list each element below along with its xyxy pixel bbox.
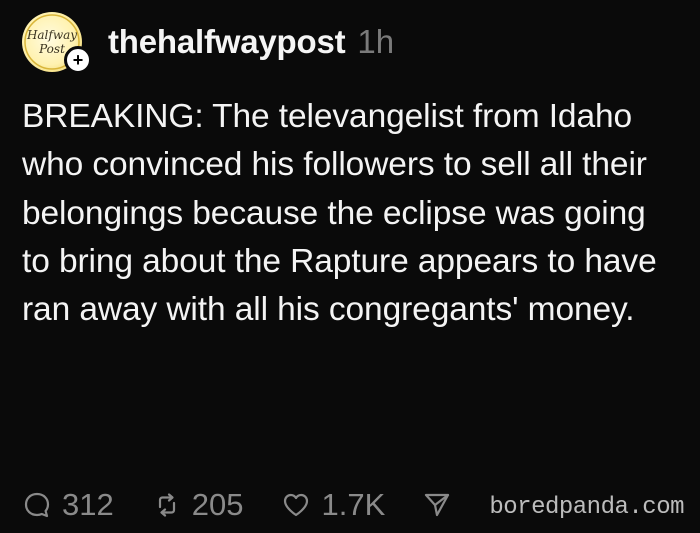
avatar-container[interactable]: Halfway Post + — [22, 12, 92, 74]
follow-plus-icon[interactable]: + — [64, 46, 92, 74]
repost-button[interactable]: 205 — [152, 487, 244, 523]
reply-count: 312 — [62, 487, 114, 522]
heart-icon — [284, 493, 309, 517]
post-header: Halfway Post + thehalfwaypost 1h — [22, 10, 394, 74]
post-actions: 312 205 1.7K — [22, 482, 499, 528]
post-text: BREAKING: The televangelist from Idaho w… — [22, 98, 657, 329]
repost-icon — [158, 493, 175, 517]
svg-text:Post: Post — [38, 42, 65, 56]
like-count: 1.7K — [321, 487, 386, 522]
post-card: Halfway Post + thehalfwaypost 1h BREAKIN… — [0, 0, 700, 533]
watermark: boredpanda.com — [489, 494, 684, 521]
like-button[interactable]: 1.7K — [281, 487, 385, 523]
comment-icon — [24, 492, 50, 518]
reply-button[interactable]: 312 — [22, 487, 114, 523]
post-timestamp: 1h — [357, 23, 395, 60]
svg-text:Halfway: Halfway — [26, 28, 77, 42]
share-button[interactable] — [423, 491, 461, 519]
username[interactable]: thehalfwaypost — [108, 23, 346, 61]
send-icon — [425, 493, 450, 517]
repost-count: 205 — [191, 487, 244, 522]
